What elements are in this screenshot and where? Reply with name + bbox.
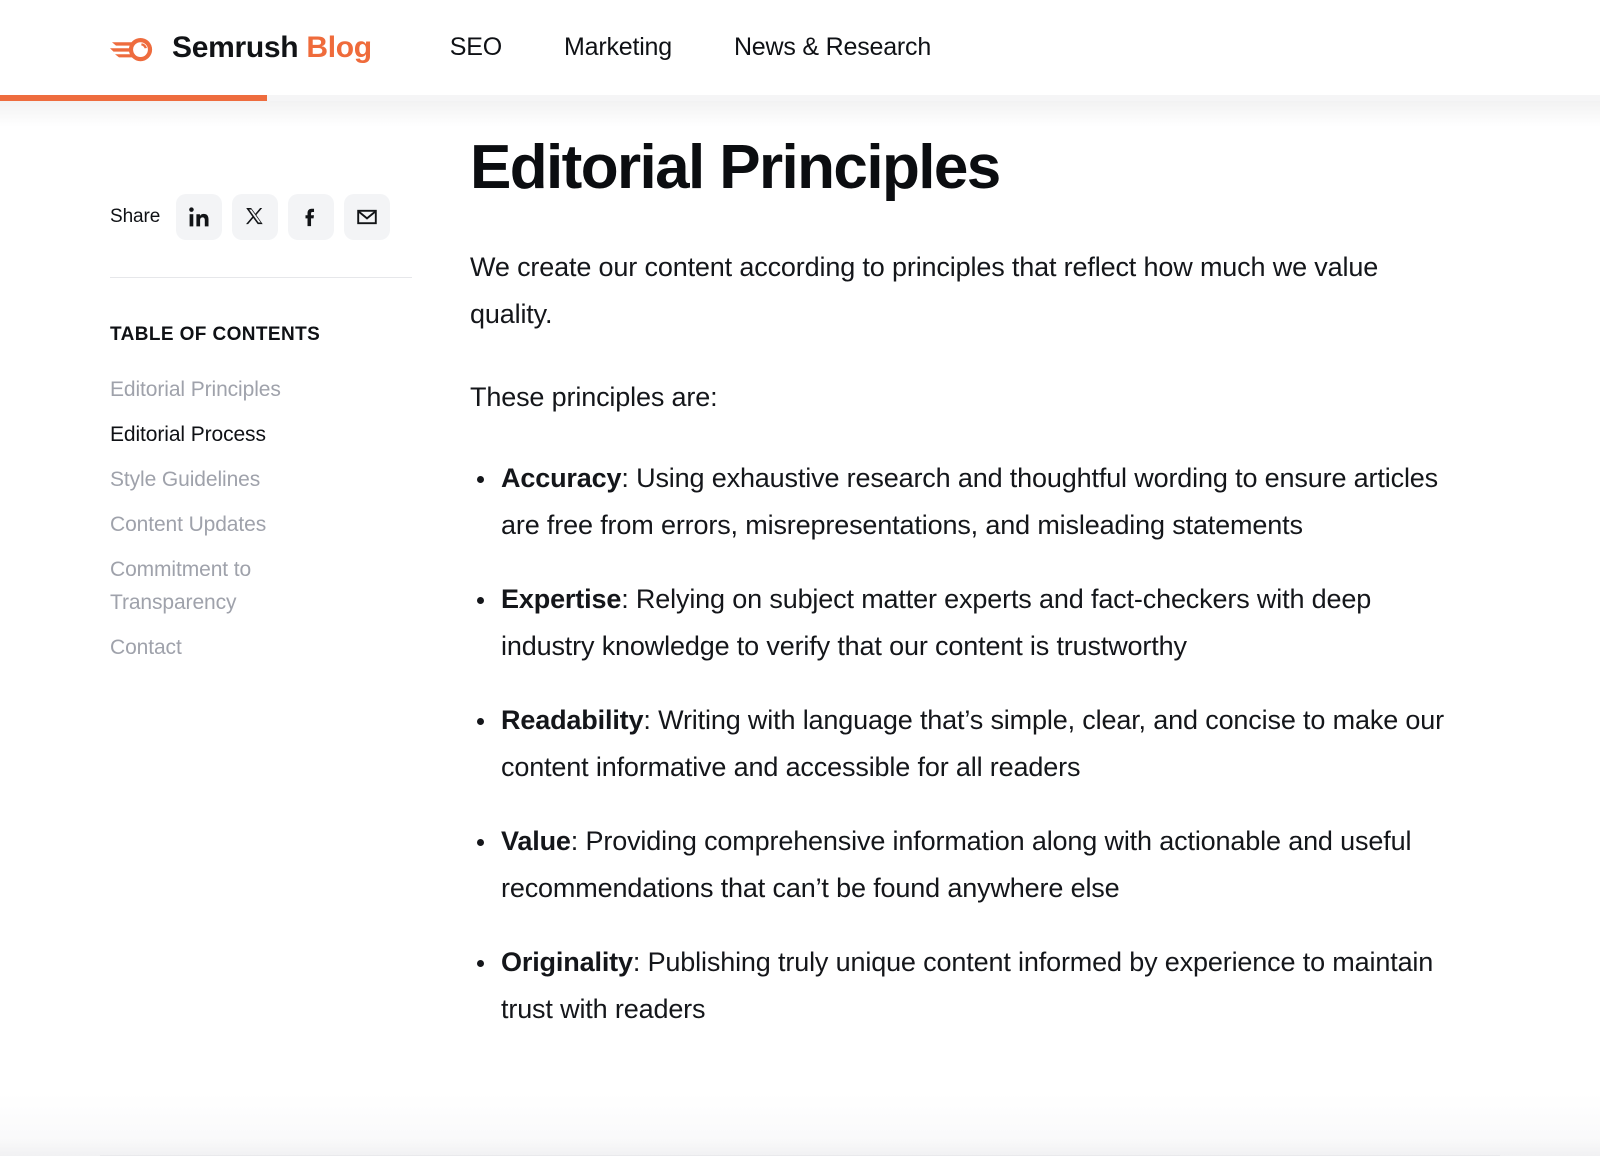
toc-item-style-guidelines[interactable]: Style Guidelines [110,463,340,496]
site-header: Semrush Blog SEO Marketing News & Resear… [0,0,1600,95]
principle-text: : Publishing truly unique content inform… [501,947,1433,1024]
reading-progress-bar [0,95,267,101]
toc-title: TABLE OF CONTENTS [110,324,412,346]
share-label: Share [110,206,160,228]
toc-item-editorial-process[interactable]: Editorial Process [110,418,340,451]
main-nav: SEO Marketing News & Research [450,27,931,68]
page-body: Share [0,101,1600,1156]
list-item: Value: Providing comprehensive informati… [470,818,1460,912]
principle-text: : Providing comprehensive information al… [501,826,1411,903]
principle-text: : Writing with language that’s simple, c… [501,705,1444,782]
article: Editorial Principles We create our conte… [470,101,1460,1060]
list-item: Readability: Writing with language that’… [470,697,1460,791]
brand-name-primary: Semrush [172,31,298,64]
principle-term: Expertise [501,584,621,614]
brand-name: Semrush Blog [172,31,372,65]
list-item: Originality: Publishing truly unique con… [470,939,1460,1033]
list-item: Accuracy: Using exhaustive research and … [470,455,1460,549]
page-bottom-shade [0,1094,1600,1156]
sidebar-divider [110,277,412,278]
nav-link-news-research[interactable]: News & Research [734,27,931,68]
principle-text: : Using exhaustive research and thoughtf… [501,463,1438,540]
brand-name-section: Blog [306,31,371,64]
toc-item-editorial-principles[interactable]: Editorial Principles [110,373,340,406]
reading-progress-track [0,95,1600,101]
page-root: Semrush Blog SEO Marketing News & Resear… [0,0,1600,1156]
nav-link-marketing[interactable]: Marketing [564,27,672,68]
toc-item-content-updates[interactable]: Content Updates [110,508,340,541]
toc-list: Editorial Principles Editorial Process S… [110,373,412,664]
article-intro-paragraph: These principles are: [470,374,1460,421]
nav-link-seo[interactable]: SEO [450,27,502,68]
page-title: Editorial Principles [470,135,1460,200]
facebook-icon [300,206,322,228]
share-x-button[interactable] [232,194,278,240]
share-linkedin-button[interactable] [176,194,222,240]
share-facebook-button[interactable] [288,194,334,240]
list-item: Expertise: Relying on subject matter exp… [470,576,1460,670]
principle-term: Readability [501,705,643,735]
email-icon [355,205,379,229]
principle-text: : Relying on subject matter experts and … [501,584,1371,661]
share-row: Share [110,194,412,240]
x-twitter-icon [244,206,266,228]
principle-term: Originality [501,947,633,977]
toc-item-contact[interactable]: Contact [110,631,340,664]
share-email-button[interactable] [344,194,390,240]
article-lead-paragraph: We create our content according to princ… [470,244,1445,338]
principle-term: Value [501,826,571,856]
toc-item-commitment-to-transparency[interactable]: Commitment to Transparency [110,553,340,619]
sidebar: Share [110,101,412,676]
principle-term: Accuracy [501,463,621,493]
linkedin-icon [187,205,211,229]
semrush-comet-logo-icon [110,30,158,66]
principles-list: Accuracy: Using exhaustive research and … [470,455,1460,1033]
brand-logo-link[interactable]: Semrush Blog [110,30,372,66]
